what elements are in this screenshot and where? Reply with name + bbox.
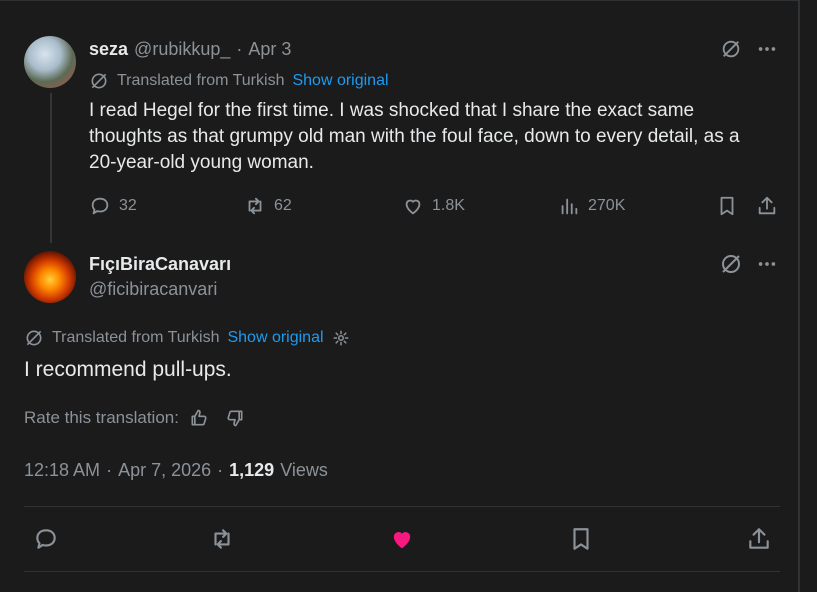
settings-icon[interactable]: [332, 329, 350, 347]
handle[interactable]: @ficibiracanvari: [89, 279, 217, 300]
tweet-date[interactable]: Apr 3: [248, 39, 291, 60]
bookmark-icon[interactable]: [715, 194, 739, 218]
repost-icon: [248, 197, 262, 215]
bookmark-icon[interactable]: [567, 525, 595, 553]
rate-translation: Rate this translation:: [24, 406, 245, 430]
share-icon[interactable]: [755, 194, 779, 218]
reply-count: 32: [119, 197, 137, 214]
translate-icon: [89, 71, 109, 91]
translated-label: Translated from Turkish: [117, 72, 285, 89]
tweet-time[interactable]: 12:18 AM: [24, 460, 100, 481]
views-icon: [561, 198, 578, 215]
thumbs-up-icon[interactable]: [189, 408, 209, 428]
tweet-detail-panel: seza @rubikkup_ · Apr 3 Translated from …: [0, 0, 800, 592]
tweet-meta: 12:18 AM · Apr 7, 2026 · 1,129 Views: [24, 458, 328, 482]
share-icon[interactable]: [745, 525, 773, 553]
thread-line: [50, 93, 52, 243]
views-count: 270K: [588, 197, 626, 214]
more-icon[interactable]: [754, 251, 780, 277]
repost-button[interactable]: 62: [244, 194, 292, 218]
translation-note: Translated from Turkish Show original: [89, 70, 389, 92]
views-count: 1,129: [229, 459, 275, 480]
rate-label: Rate this translation:: [24, 408, 179, 427]
views-button[interactable]: 270K: [558, 194, 625, 218]
grok-icon[interactable]: [718, 251, 744, 277]
reply-icon[interactable]: [32, 525, 60, 553]
display-name[interactable]: FıçıBiraCanavarı: [89, 254, 231, 275]
main-display-name-row: FıçıBiraCanavarı: [89, 252, 231, 276]
separator: ·: [236, 38, 243, 59]
translation-note: Translated from Turkish Show original: [24, 327, 350, 349]
thumbs-down-icon[interactable]: [225, 408, 245, 428]
repost-icon[interactable]: [208, 525, 236, 553]
reply-icon: [91, 197, 109, 215]
tweet-text: I recommend pull-ups.: [24, 358, 232, 381]
handle[interactable]: @rubikkup_: [134, 39, 230, 60]
reply-button[interactable]: 32: [89, 194, 137, 218]
tweet-text: I read Hegel for the first time. I was s…: [89, 100, 740, 173]
action-bar: [24, 506, 780, 572]
reply-header: seza @rubikkup_ · Apr 3: [89, 37, 291, 61]
like-icon: [405, 199, 421, 215]
avatar-ficibiracanvari[interactable]: [24, 251, 76, 303]
more-icon[interactable]: [754, 36, 780, 62]
show-original-link[interactable]: Show original: [227, 329, 323, 347]
like-icon[interactable]: [388, 525, 416, 553]
translate-icon: [24, 328, 44, 348]
avatar-seza[interactable]: [24, 36, 76, 88]
translated-label: Translated from Turkish: [52, 329, 220, 346]
display-name[interactable]: seza: [89, 39, 128, 60]
grok-icon[interactable]: [718, 36, 744, 62]
like-button[interactable]: 1.8K: [402, 194, 465, 218]
views-label: Views: [280, 459, 328, 480]
repost-count: 62: [274, 197, 292, 214]
tweet-date[interactable]: Apr 7, 2026: [118, 460, 211, 481]
separator: ·: [217, 459, 224, 480]
like-count: 1.8K: [432, 197, 465, 214]
show-original-link[interactable]: Show original: [292, 72, 388, 90]
separator: ·: [106, 459, 113, 480]
